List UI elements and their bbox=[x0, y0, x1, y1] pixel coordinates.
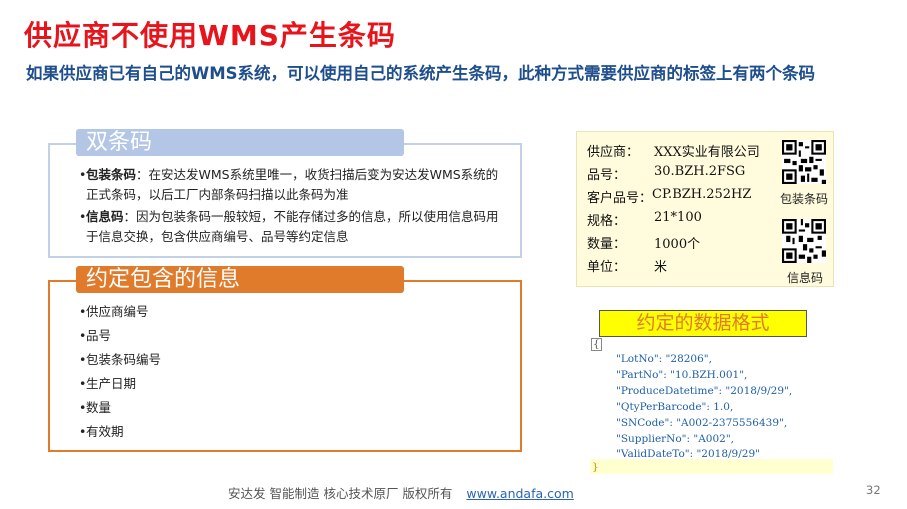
footer: 安达发 智能制造 核心技术原厂 版权所有 www.andafa.com bbox=[228, 483, 574, 502]
json-line: "ValidDateTo": "2018/9/29" bbox=[616, 448, 760, 460]
qr-code-icon bbox=[782, 219, 826, 263]
list-item: • 有效期 bbox=[79, 424, 124, 439]
info-code-caption: 信息码 bbox=[787, 271, 824, 285]
label-row-unit: 单位：米 bbox=[587, 260, 668, 275]
dual-barcode-header: 双条码 bbox=[76, 129, 404, 156]
agreed-info-heading: 约定包含的信息 bbox=[86, 267, 241, 292]
list-item: • 数量 bbox=[79, 400, 112, 415]
json-line: "SupplierNo": "A002", bbox=[616, 433, 735, 445]
json-format-sample: { "LotNo": "28206", "PartNo": "10.BZH.00… bbox=[590, 338, 833, 476]
term-info-code: 信息码 bbox=[86, 209, 124, 224]
json-line: "LotNo": "28206", bbox=[616, 353, 712, 365]
json-open-brace: { bbox=[591, 338, 602, 351]
list-item: • 生产日期 bbox=[79, 376, 137, 391]
desc-package-barcode: ：在安达发WMS系统里唯一，收货扫描后变为安达发WMS系统的正式条码，以后工厂内… bbox=[86, 167, 499, 202]
json-close-brace: } bbox=[592, 461, 599, 473]
json-line: "SNCode": "A002-2375556439", bbox=[616, 417, 788, 429]
bullet-dot: • bbox=[79, 209, 87, 224]
json-line: "QtyPerBarcode": 1.0, bbox=[616, 401, 734, 413]
json-line: "ProduceDatetime": "2018/9/29", bbox=[616, 385, 793, 397]
label-row-supplier: 供应商： XXX实业有限公司 bbox=[587, 145, 760, 160]
desc-info-code: ：因为包装条码一般较短，不能存储过多的信息，所以使用信息码用于信息交换，包含供应… bbox=[86, 209, 499, 244]
supplier-label-card: 供应商： XXX实业有限公司 品号： 30.BZH.2FSG 客户品号： CP.BZH… bbox=[576, 131, 834, 287]
qr-code-icon bbox=[782, 140, 826, 184]
slide-title: 供应商不使用WMS产生条码 bbox=[24, 19, 396, 52]
bullet-dot: • bbox=[79, 167, 87, 182]
package-barcode-caption: 包装条码 bbox=[780, 192, 829, 206]
footer-website-link[interactable]: www.andafa.com bbox=[466, 486, 573, 501]
list-item: • 包装条码编号 bbox=[79, 352, 162, 367]
page-number: 32 bbox=[866, 483, 881, 497]
bullet-info-code: • 信息码：因为包装条码一般较短，不能存储过多的信息，所以使用信息码用于信息交换，… bbox=[79, 207, 506, 247]
dual-barcode-content: • 包装条码：在安达发WMS系统里唯一，收货扫描后变为安达发WMS系统的正式条码，… bbox=[79, 165, 506, 249]
label-row-quantity: 数量： 1000个 bbox=[587, 237, 701, 252]
list-item: • 供应商编号 bbox=[79, 304, 149, 319]
json-highlight bbox=[590, 459, 833, 474]
json-line: "PartNo": "10.BZH.001", bbox=[616, 369, 748, 381]
list-item: • 品号 bbox=[79, 328, 112, 343]
agreed-info-list: • 供应商编号 • 品号 • 包装条码编号 • 生产日期 • 数量 • 有效期 bbox=[79, 302, 162, 446]
label-row-part-no: 品号： 30.BZH.2FSG bbox=[587, 164, 746, 183]
label-row-customer-part-no: 客户品号： CP.BZH.252HZ bbox=[587, 187, 752, 206]
slide-subtitle: 如果供应商已有自己的WMS系统，可以使用自己的系统产生条码，此种方式需要供应商的… bbox=[26, 64, 816, 83]
footer-text: 安达发 智能制造 核心技术原厂 版权所有 bbox=[228, 486, 453, 501]
dual-barcode-heading: 双条码 bbox=[86, 130, 153, 155]
agreed-info-header: 约定包含的信息 bbox=[76, 266, 404, 293]
bullet-package-barcode: • 包装条码：在安达发WMS系统里唯一，收货扫描后变为安达发WMS系统的正式条码，… bbox=[79, 165, 506, 205]
label-row-spec: 规格： 21*100 bbox=[587, 210, 702, 229]
data-format-heading: 约定的数据格式 bbox=[599, 310, 807, 337]
term-package-barcode: 包装条码 bbox=[86, 167, 137, 182]
